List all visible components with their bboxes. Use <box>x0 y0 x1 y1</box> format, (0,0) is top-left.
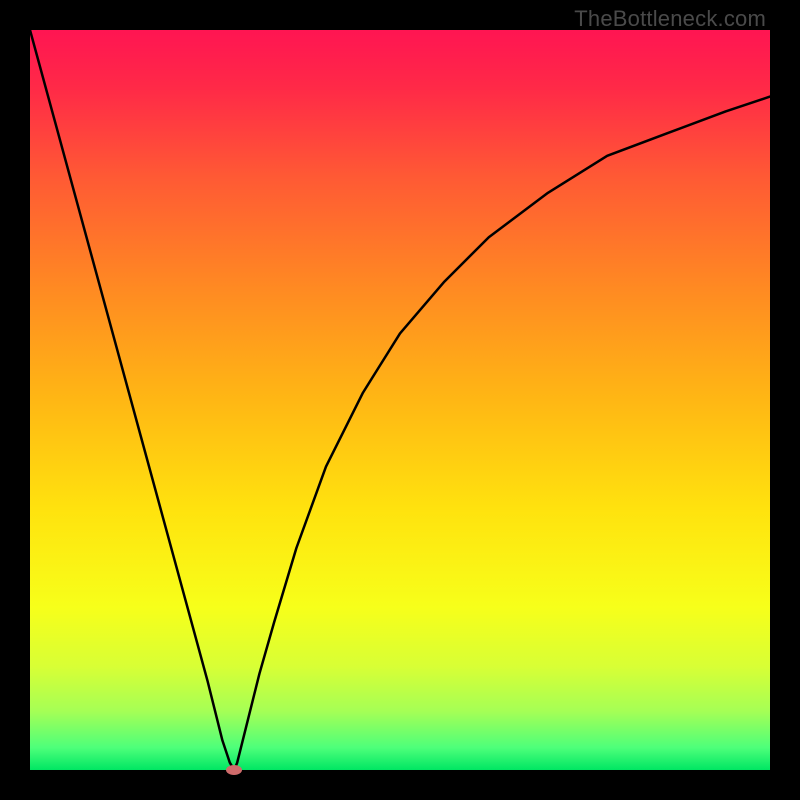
bottleneck-curve <box>30 30 770 770</box>
chart-frame: TheBottleneck.com <box>0 0 800 800</box>
plot-area <box>30 30 770 770</box>
watermark-text: TheBottleneck.com <box>574 6 766 32</box>
minimum-marker <box>226 765 242 775</box>
curve-layer <box>30 30 770 770</box>
